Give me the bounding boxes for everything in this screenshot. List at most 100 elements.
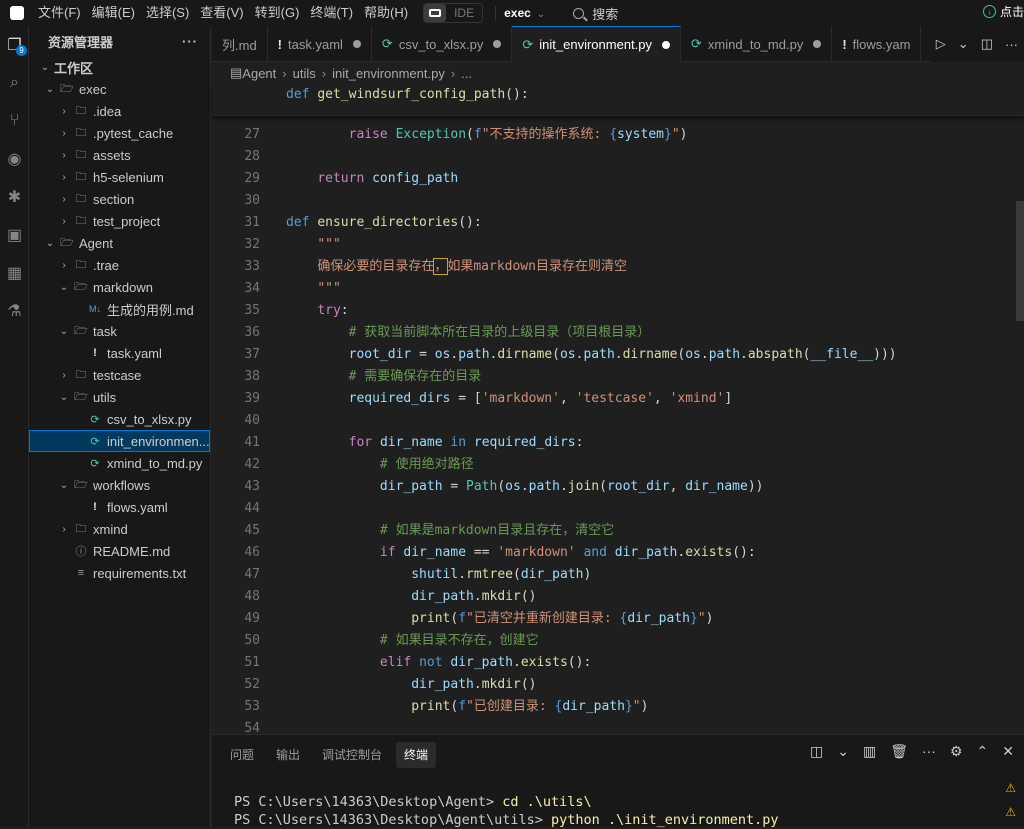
settings-icon[interactable]: ⚙	[950, 743, 963, 760]
code-line[interactable]: 38 # 需要确保存在的目录	[212, 366, 1024, 388]
workspace-section[interactable]: ⌄ 工作区	[29, 56, 210, 78]
unsaved-dot-icon[interactable]	[493, 40, 502, 48]
code-line[interactable]: 27 raise Exception(f"不支持的操作系统: {system}"…	[212, 124, 1024, 146]
breadcrumb-item[interactable]: init_environment.py	[332, 66, 445, 81]
line-text[interactable]	[260, 410, 294, 432]
line-text[interactable]: for dir_name in required_dirs:	[260, 432, 584, 454]
code-line[interactable]: 42 # 使用绝对路径	[212, 454, 1024, 476]
menu-item[interactable]: 查看(V)	[196, 0, 247, 26]
editor-tab[interactable]: ⟳ init_environment.py	[512, 26, 682, 62]
tree-item[interactable]: M↓ 生成的用例.md	[29, 298, 210, 320]
tree-item[interactable]: ⌄ 🗁 workflows	[29, 474, 210, 496]
code-line[interactable]: 33 确保必要的目录存在，如果markdown目录存在则清空	[212, 256, 1024, 278]
warning-icon[interactable]: ⚠	[1005, 805, 1016, 819]
editor-tab[interactable]: ! flows.yam	[832, 26, 922, 62]
panel-tab[interactable]: 调试控制台	[314, 742, 390, 768]
tree-item[interactable]: ⟳ csv_to_xlsx.py	[29, 408, 210, 430]
eye-icon[interactable]: ◉	[0, 140, 29, 178]
code-line[interactable]: 49 print(f"已清空并重新创建目录: {dir_path}")	[212, 608, 1024, 630]
line-text[interactable]: elif not dir_path.exists():	[260, 652, 591, 674]
line-text[interactable]: # 如果是markdown目录且存在，清空它	[260, 520, 614, 542]
menu-item[interactable]: 帮助(H)	[360, 0, 412, 26]
code-line[interactable]: 31 def ensure_directories():	[212, 212, 1024, 234]
code-line[interactable]: 29 return config_path	[212, 168, 1024, 190]
tree-item[interactable]: › 🗀 section	[29, 188, 210, 210]
terminal-output[interactable]: PS C:\Users\14363\Desktop\Agent> cd .\ut…	[234, 793, 779, 829]
editor-tab[interactable]: ⟳ csv_to_xlsx.py	[372, 26, 513, 62]
unsaved-dot-icon[interactable]	[662, 40, 671, 49]
line-text[interactable]: # 需要确保存在的目录	[260, 366, 482, 388]
warning-icon[interactable]: ⚠	[1005, 781, 1016, 795]
more-icon[interactable]: ···	[922, 743, 936, 760]
code-line[interactable]: 52 dir_path.mkdir()	[212, 674, 1024, 696]
tree-item[interactable]: ⌄ 🗁 markdown	[29, 276, 210, 298]
code-line[interactable]: 34 """	[212, 278, 1024, 300]
split-terminal-icon[interactable]: ◫	[810, 743, 823, 760]
more-icon[interactable]: ···	[1005, 37, 1018, 52]
editor-tab[interactable]: ⟳ xmind_to_md.py	[681, 26, 833, 62]
extensions-icon[interactable]: ▦	[0, 254, 29, 292]
remote-icon[interactable]: ▣	[0, 216, 29, 254]
split-editor-icon[interactable]: ◫	[981, 36, 993, 52]
tree-item[interactable]: ≡ requirements.txt	[29, 562, 210, 584]
code-line[interactable]: 41 for dir_name in required_dirs:	[212, 432, 1024, 454]
code-line[interactable]: 39 required_dirs = ['markdown', 'testcas…	[212, 388, 1024, 410]
code-line[interactable]: 50 # 如果目录不存在，创建它	[212, 630, 1024, 652]
chevron-up-icon[interactable]: ⌃	[977, 743, 989, 760]
more-icon[interactable]: ···	[182, 34, 198, 49]
code-line[interactable]: 40	[212, 410, 1024, 432]
ide-toggle[interactable]: IDE	[423, 3, 484, 23]
breadcrumb-item[interactable]: Agent	[242, 66, 276, 81]
line-text[interactable]: return config_path	[260, 168, 458, 190]
breadcrumb-item[interactable]: ...	[461, 66, 472, 81]
code-line[interactable]: 30	[212, 190, 1024, 212]
line-text[interactable]: shutil.rmtree(dir_path)	[260, 564, 591, 586]
line-text[interactable]	[260, 190, 294, 212]
line-text[interactable]: """	[260, 278, 340, 300]
line-text[interactable]: try:	[260, 300, 348, 322]
search-view-icon[interactable]: ⌕	[0, 64, 29, 102]
code-line[interactable]: 36 # 获取当前脚本所在目录的上级目录（项目根目录）	[212, 322, 1024, 344]
code-line[interactable]: 32 """	[212, 234, 1024, 256]
line-text[interactable]: root_dir = os.path.dirname(os.path.dirna…	[260, 344, 897, 366]
chevron-down-icon[interactable]: ⌄	[837, 743, 849, 760]
code-line[interactable]: 46 if dir_name == 'markdown' and dir_pat…	[212, 542, 1024, 564]
tree-item[interactable]: › 🗀 testcase	[29, 364, 210, 386]
source-control-icon[interactable]: ⑂	[0, 102, 29, 140]
tree-item[interactable]: ⟳ xmind_to_md.py	[29, 452, 210, 474]
line-text[interactable]: # 使用绝对路径	[260, 454, 474, 476]
panel-tab[interactable]: 问题	[222, 742, 262, 768]
menu-item[interactable]: 选择(S)	[142, 0, 193, 26]
tree-item[interactable]: › 🗀 assets	[29, 144, 210, 166]
editor-tab[interactable]: 列.md	[212, 26, 268, 62]
code-line[interactable]: 43 dir_path = Path(os.path.join(root_dir…	[212, 476, 1024, 498]
line-text[interactable]: # 如果目录不存在，创建它	[260, 630, 539, 652]
code-line[interactable]: 37 root_dir = os.path.dirname(os.path.di…	[212, 344, 1024, 366]
line-text[interactable]: 确保必要的目录存在，如果markdown目录存在则清空	[260, 256, 627, 278]
editor-tab[interactable]: ! task.yaml	[268, 26, 372, 62]
tree-item[interactable]: ⟳ init_environmen...	[29, 430, 210, 452]
run-icon[interactable]: ▷	[936, 36, 946, 52]
trash-icon[interactable]: 🗑	[890, 743, 908, 760]
panel-tab[interactable]: 终端	[396, 742, 437, 768]
code-line[interactable]: 47 shutil.rmtree(dir_path)	[212, 564, 1024, 586]
unsaved-dot-icon[interactable]	[813, 40, 822, 48]
tree-item[interactable]: › 🗀 .idea	[29, 100, 210, 122]
line-text[interactable]: def ensure_directories():	[260, 212, 482, 234]
tree-item[interactable]: › 🗀 h5-selenium	[29, 166, 210, 188]
menu-item[interactable]: 文件(F)	[34, 0, 85, 26]
tree-item[interactable]: ! flows.yaml	[29, 496, 210, 518]
menu-item[interactable]: 终端(T)	[306, 0, 357, 26]
code-line[interactable]: 35 try:	[212, 300, 1024, 322]
tree-item[interactable]: ⓘ README.md	[29, 540, 210, 562]
panel-tab[interactable]: 输出	[268, 742, 308, 768]
sticky-scroll[interactable]: def get_windsurf_config_path():	[212, 84, 1024, 116]
layout-icon[interactable]: ▥	[863, 743, 876, 760]
tree-item[interactable]: ⌄ 🗁 exec	[29, 78, 210, 100]
line-text[interactable]: # 获取当前脚本所在目录的上级目录（项目根目录）	[260, 322, 651, 344]
top-right-action[interactable]: ↓ 点击	[982, 3, 1024, 20]
line-text[interactable]	[260, 146, 294, 168]
line-text[interactable]: raise Exception(f"不支持的操作系统: {system}")	[260, 124, 688, 146]
code-line[interactable]: 51 elif not dir_path.exists():	[212, 652, 1024, 674]
line-text[interactable]: required_dirs = ['markdown', 'testcase',…	[260, 388, 733, 410]
